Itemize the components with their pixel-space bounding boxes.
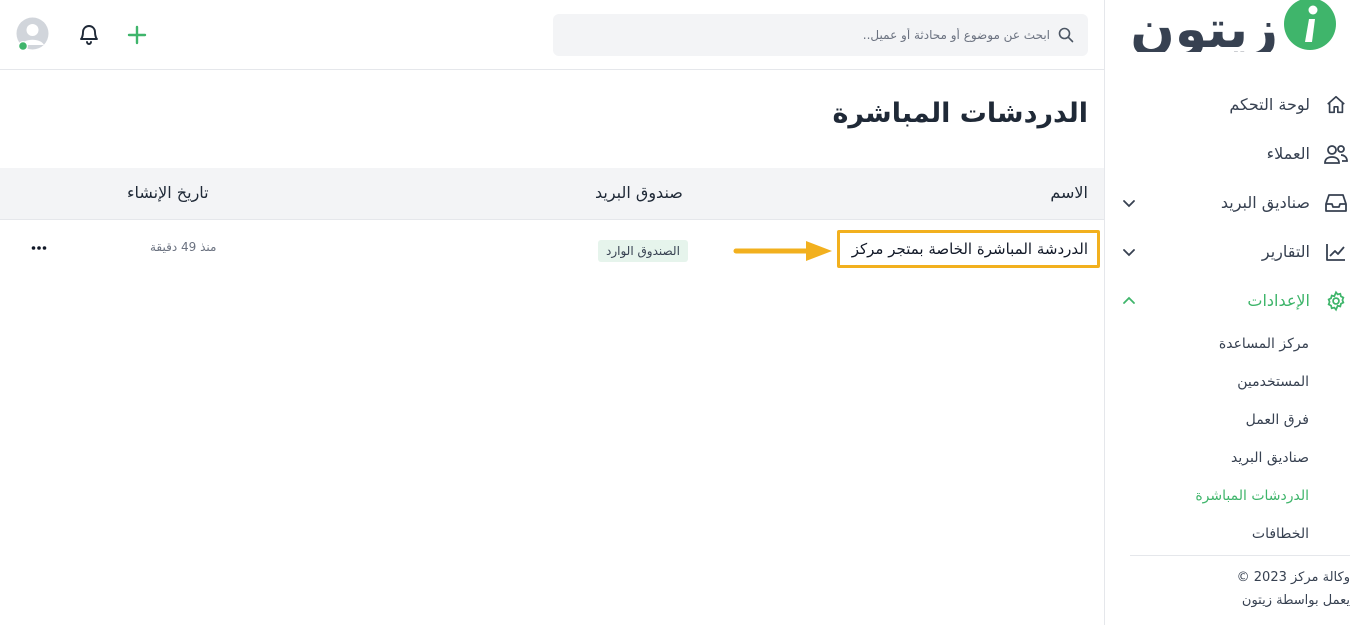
chart-icon (1324, 240, 1348, 264)
created-time: منذ 49 دقيقة (150, 240, 217, 254)
submenu-item-webhooks[interactable]: الخطافات (1104, 515, 1309, 553)
submenu-item-inboxes[interactable]: صناديق البريد (1104, 439, 1309, 477)
column-header-inbox: صندوق البريد (595, 183, 683, 202)
sidebar-item-label: العملاء (1266, 144, 1310, 163)
logo-text: زيتون (1130, 8, 1278, 52)
submenu-item-live-chats[interactable]: الدردشات المباشرة (1104, 477, 1309, 515)
sidebar-footer: © 2023 وكالة مركز يعمل بواسطة زيتون (1110, 566, 1350, 612)
submenu-item-help-center[interactable]: مركز المساعدة (1104, 325, 1309, 363)
chevron-up-icon (1123, 296, 1135, 304)
topbar (0, 0, 1104, 70)
logo[interactable]: زيتون (1130, 0, 1336, 52)
logo-mark-icon (1284, 0, 1336, 50)
sidebar-item-settings[interactable]: الإعدادات (1104, 276, 1366, 325)
table-header: الاسم صندوق البريد تاريخ الإنشاء (0, 168, 1104, 220)
sidebar-item-dashboard[interactable]: لوحة التحكم (1104, 80, 1366, 129)
settings-submenu: مركز المساعدة المستخدمين فرق العمل صنادي… (1104, 325, 1366, 553)
column-header-created: تاريخ الإنشاء (127, 183, 209, 202)
sidebar-item-reports[interactable]: التقارير (1104, 227, 1366, 276)
sidebar-item-label: التقارير (1261, 242, 1310, 261)
inbox-icon (1324, 191, 1348, 215)
submenu-item-users[interactable]: المستخدمين (1104, 363, 1309, 401)
avatar[interactable] (16, 17, 49, 51)
users-icon (1324, 142, 1348, 166)
bell-icon[interactable] (77, 22, 101, 46)
search-bar[interactable] (553, 14, 1088, 56)
sidebar-item-label: الإعدادات (1247, 291, 1310, 310)
submenu-item-teams[interactable]: فرق العمل (1104, 401, 1309, 439)
page-title: الدردشات المباشرة (832, 98, 1088, 129)
live-chat-name-link[interactable]: الدردشة المباشرة الخاصة بمتجر مركز (836, 230, 1100, 268)
powered-by-text: يعمل بواسطة زيتون (1241, 593, 1350, 608)
table-row: الدردشة المباشرة الخاصة بمتجر مركز الصند… (0, 221, 1104, 277)
more-actions-button[interactable] (26, 238, 52, 258)
more-icon (31, 246, 47, 250)
search-icon (1058, 27, 1074, 43)
plus-icon[interactable] (126, 24, 148, 46)
sidebar-item-inboxes[interactable]: صناديق البريد (1104, 178, 1366, 227)
chevron-down-icon (1123, 199, 1135, 207)
sidebar-nav: لوحة التحكم العملاء صناديق البريد التقار… (1104, 80, 1366, 553)
gear-icon (1324, 289, 1348, 313)
sidebar: زيتون لوحة التحكم العملاء صناديق البريد … (1104, 0, 1366, 625)
chevron-down-icon (1123, 248, 1135, 256)
sidebar-item-label: صناديق البريد (1220, 193, 1310, 212)
app-root: الدردشات المباشرة الاسم صندوق البريد تار… (0, 0, 1366, 625)
highlight-arrow-icon (733, 241, 832, 261)
search-input[interactable] (580, 28, 1050, 42)
sidebar-item-customers[interactable]: العملاء (1104, 129, 1366, 178)
inbox-badge: الصندوق الوارد (598, 240, 688, 262)
column-header-name: الاسم (1050, 183, 1088, 202)
home-icon (1324, 93, 1348, 117)
copyright-text: © 2023 وكالة مركز (1236, 570, 1350, 585)
sidebar-item-label: لوحة التحكم (1229, 95, 1310, 114)
sidebar-divider (1130, 555, 1350, 556)
